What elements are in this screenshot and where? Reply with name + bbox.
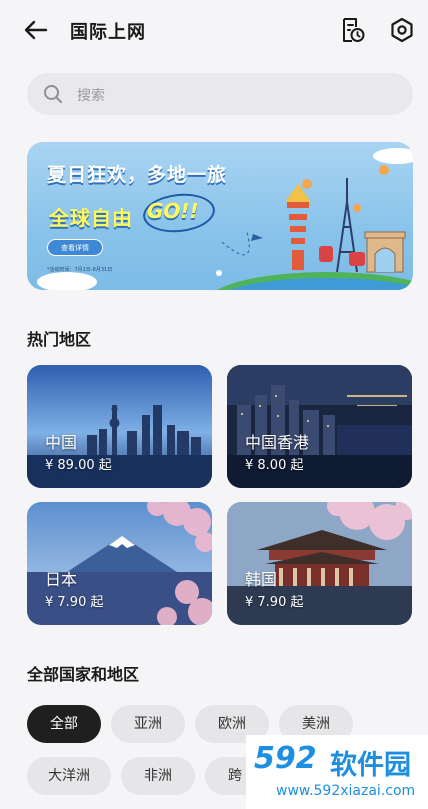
hot-regions-title: 热门地区: [27, 330, 92, 349]
banner-headline: 夏日狂欢，多地一旅: [47, 164, 228, 186]
arrow-left-icon[interactable]: [22, 17, 50, 43]
header-bar: 国际上网: [0, 0, 428, 60]
all-regions-title: 全部国家和地区: [27, 665, 140, 684]
banner-details-button[interactable]: 查看详情: [47, 239, 103, 256]
region-price: ¥ 8.00 起: [245, 458, 304, 473]
region-name: 日本: [45, 570, 78, 589]
region-name: 中国: [45, 433, 78, 452]
settings-hexagon-icon[interactable]: [388, 16, 416, 44]
search-placeholder: 搜索: [77, 88, 105, 104]
region-price: ¥ 7.90 起: [245, 595, 304, 610]
region-card-korea[interactable]: 韩国 ¥ 7.90 起: [227, 502, 412, 625]
chip-asia[interactable]: 亚洲: [111, 705, 185, 743]
chip-all[interactable]: 全部: [27, 705, 101, 743]
region-price: ¥ 7.90 起: [45, 595, 104, 610]
watermark: 592 软件园 www.592xiazai.com: [246, 735, 428, 809]
watermark-logo: 592: [254, 741, 317, 776]
region-price: ¥ 89.00 起: [45, 458, 112, 473]
region-name: 韩国: [245, 570, 278, 589]
search-input[interactable]: 搜索: [27, 73, 413, 115]
search-icon: [43, 84, 63, 104]
region-card-china[interactable]: 中国 ¥ 89.00 起: [27, 365, 212, 488]
order-history-icon[interactable]: [338, 16, 366, 44]
chip-africa[interactable]: 非洲: [121, 757, 195, 795]
page-title: 国际上网: [70, 22, 146, 43]
promo-banner[interactable]: 夏日狂欢，多地一旅 全球自由 GO!! 查看详情 *活动时间：7月1日-8月31…: [27, 142, 413, 290]
banner-go-text: GO!!: [147, 199, 199, 223]
banner-subheadline: 全球自由: [49, 206, 133, 230]
watermark-name: 软件园: [330, 750, 411, 781]
chip-oceania[interactable]: 大洋洲: [27, 757, 111, 795]
region-card-japan[interactable]: 日本 ¥ 7.90 起: [27, 502, 212, 625]
region-name: 中国香港: [245, 433, 310, 452]
region-card-hongkong[interactable]: 中国香港 ¥ 8.00 起: [227, 365, 412, 488]
banner-note: *活动时间：7月1日-8月31日: [47, 267, 113, 273]
watermark-url: www.592xiazai.com: [276, 783, 416, 799]
